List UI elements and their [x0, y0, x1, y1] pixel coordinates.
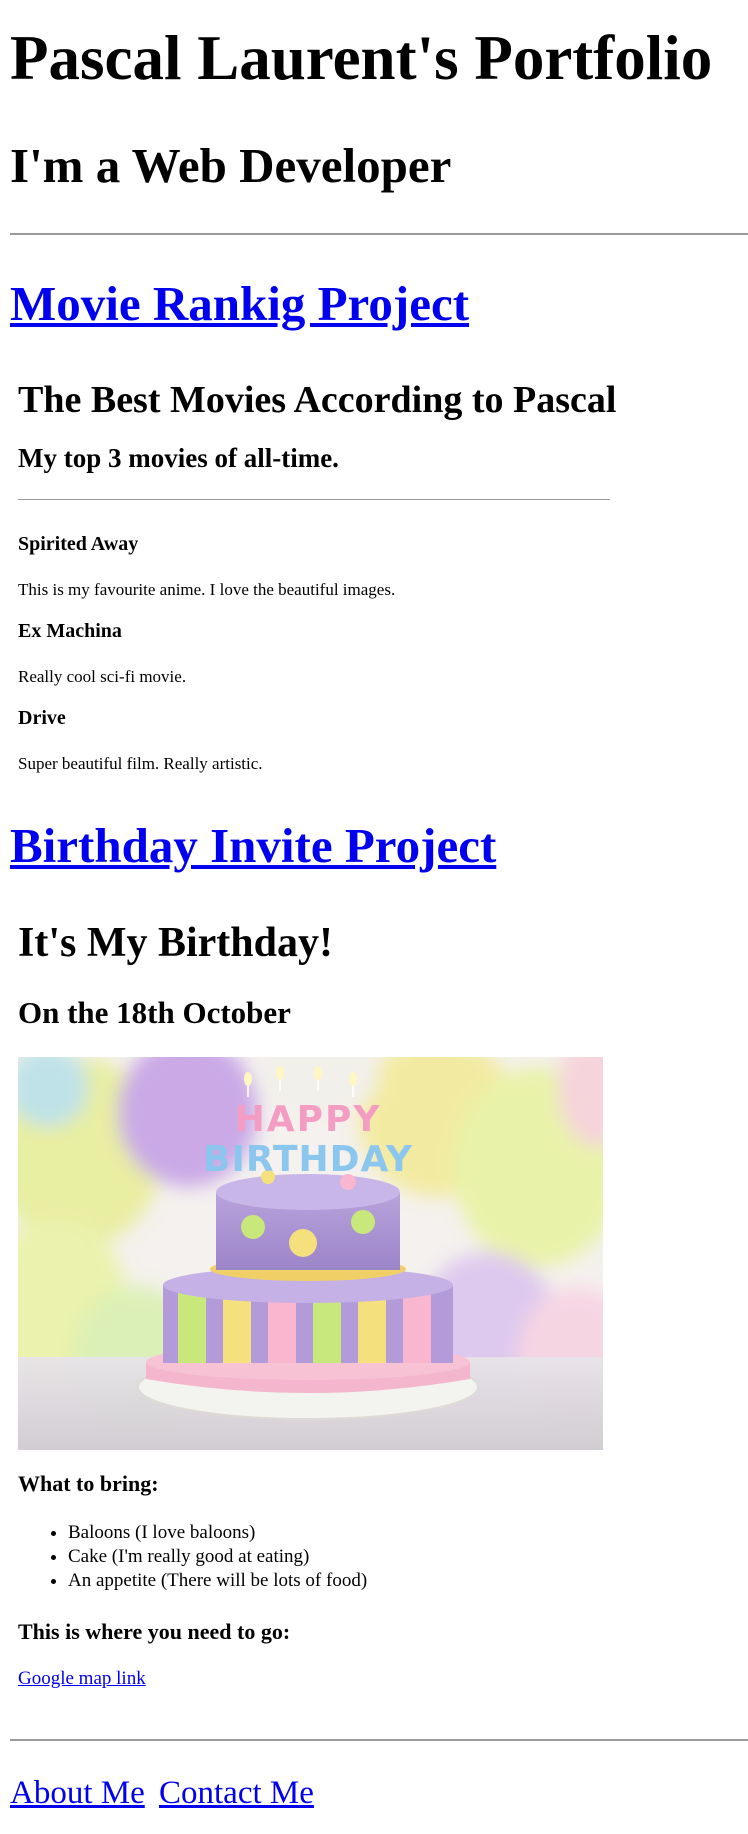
movie-item-text: This is my favourite anime. I love the b… [18, 580, 396, 599]
birthday-cake-image: HAPPY BIRTHDAY [18, 1057, 603, 1450]
movie-item-title: Drive [18, 707, 66, 729]
movie-project-frame: The Best Movies According to Pascal My t… [10, 360, 748, 780]
birthday-project-link[interactable]: Birthday Invite Project [10, 817, 496, 875]
bottom-divider [10, 1739, 748, 1741]
birthday-subheading: On the 18th October [18, 995, 291, 1030]
list-item: An appetite (There will be lots of food) [68, 1569, 367, 1593]
top-divider [10, 233, 748, 235]
svg-text:HAPPY: HAPPY [235, 1099, 382, 1140]
page-title: Pascal Laurent's Portfolio [10, 23, 713, 93]
google-map-link[interactable]: Google map link [18, 1667, 146, 1691]
about-me-link[interactable]: About Me [10, 1775, 145, 1811]
page-subtitle: I'm a Web Developer [10, 138, 452, 193]
movie-project-link[interactable]: Movie Rankig Project [10, 275, 469, 333]
where-to-go-heading: This is where you need to go: [18, 1619, 291, 1644]
movie-divider [18, 499, 610, 500]
movie-item-text: Super beautiful film. Really artistic. [18, 754, 263, 773]
svg-text:BIRTHDAY: BIRTHDAY [203, 1139, 413, 1180]
contact-me-link[interactable]: Contact Me [159, 1775, 314, 1811]
birthday-heading: It's My Birthday! [18, 920, 333, 966]
list-item: Cake (I'm really good at eating) [68, 1545, 367, 1569]
birthday-project-frame: It's My Birthday! On the 18th October HA… [10, 905, 748, 1705]
movie-item-text: Really cool sci-fi movie. [18, 667, 187, 686]
list-item: Baloons (I love baloons) [68, 1521, 367, 1545]
movie-subheading: My top 3 movies of all-time. [18, 443, 339, 473]
bring-list: Baloons (I love baloons) Cake (I'm reall… [18, 1521, 367, 1593]
movie-item-title: Spirited Away [18, 533, 139, 555]
what-to-bring-heading: What to bring: [18, 1471, 159, 1496]
movie-item-title: Ex Machina [18, 620, 122, 642]
footer-links: About Me Contact Me [10, 1773, 320, 1813]
movie-heading: The Best Movies According to Pascal [18, 379, 617, 421]
